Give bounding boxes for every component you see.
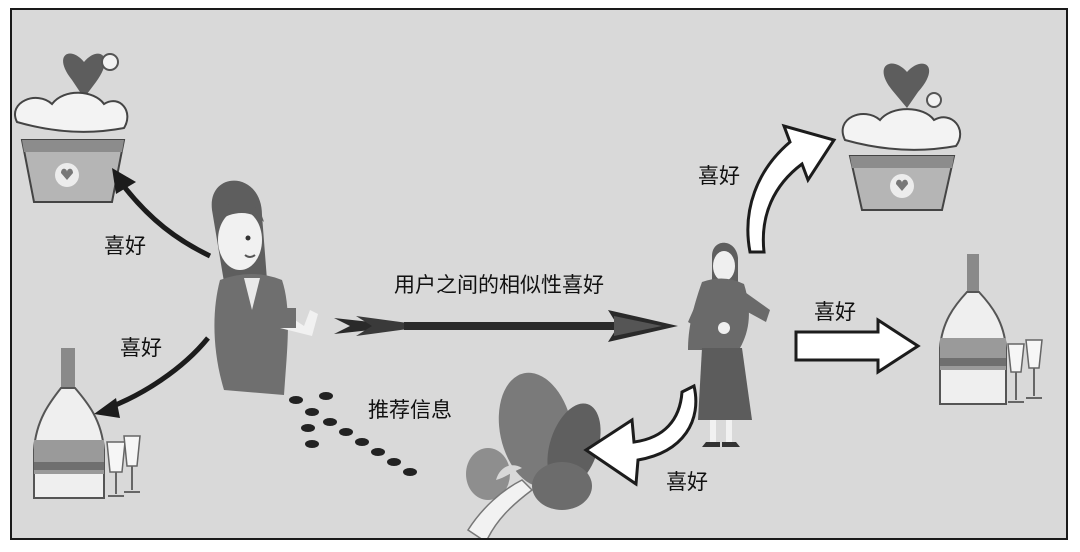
wine-left-icon [33,348,141,499]
label-right-top-preference: 喜好 [698,164,740,188]
arrow-to-right-wine [794,317,921,375]
label-right-bottom-preference: 喜好 [666,470,708,494]
left-user-icon [211,180,318,395]
wine-right-icon [939,254,1043,405]
label-left-bottom-preference: 喜好 [120,336,162,360]
right-user-icon [688,242,770,447]
label-recommend-info: 推荐信息 [368,398,452,422]
cupcake-right-icon [841,63,962,211]
label-left-top-preference: 喜好 [104,234,146,258]
label-similar-preference: 用户之间的相似性喜好 [394,273,604,297]
label-right-mid-preference: 喜好 [814,300,856,324]
diagram-frame: 喜好 喜好 用户之间的相似性喜好 推荐信息 喜好 喜好 喜好 [10,8,1068,540]
similarity-arrow [334,310,678,342]
arrow-to-right-cupcake [746,123,837,254]
cupcake-left-icon [14,53,129,203]
